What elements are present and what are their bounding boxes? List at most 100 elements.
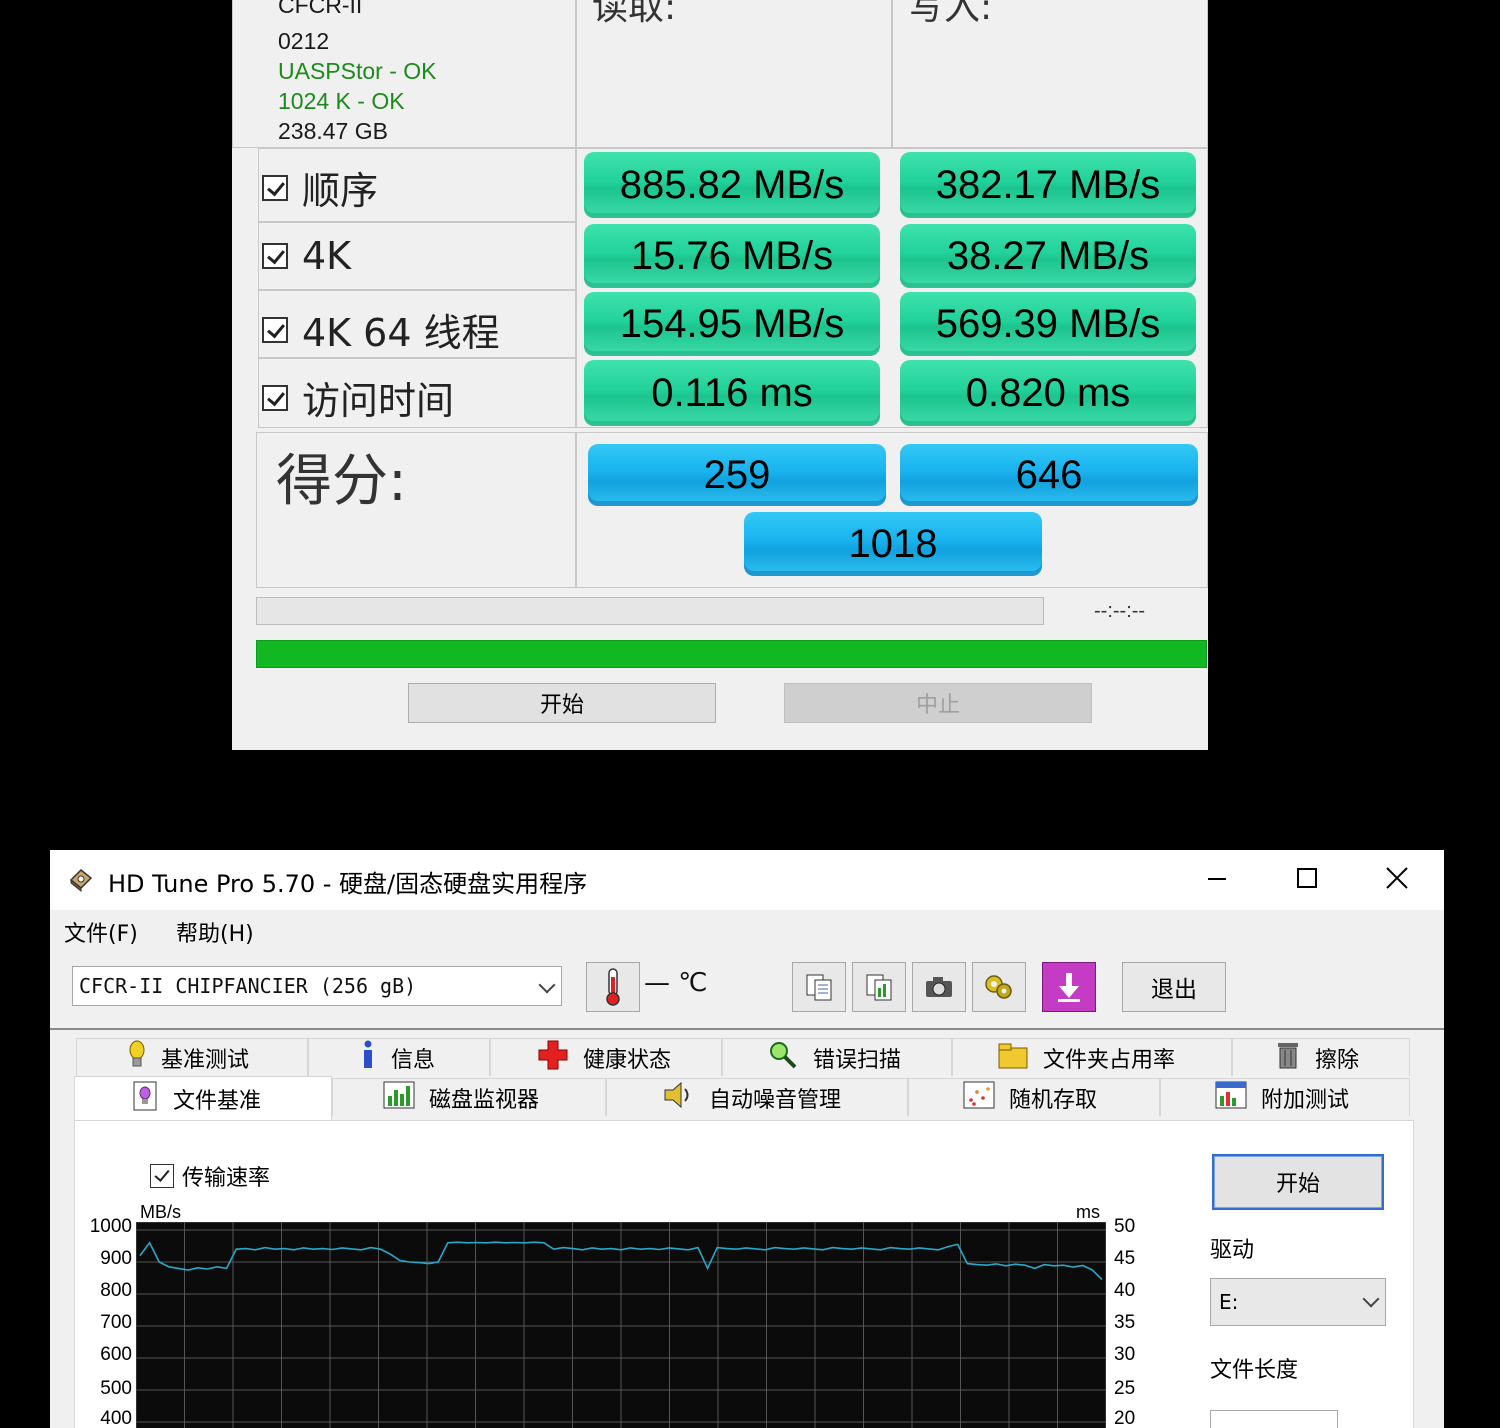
save-button[interactable] <box>1042 962 1096 1012</box>
maximize-icon <box>1297 868 1317 888</box>
access-time-checkbox[interactable] <box>262 384 288 411</box>
y-right-tick: 50 <box>1114 1216 1136 1237</box>
temperature-button[interactable] <box>586 962 640 1012</box>
read-header: 读取: <box>592 0 677 28</box>
tab-info-label: 信息 <box>391 1047 436 1073</box>
y-left-tick: 700 <box>100 1312 132 1333</box>
menu-file[interactable]: 文件(F) <box>64 916 138 948</box>
tab-benchmark[interactable]: 基准测试 <box>76 1038 308 1076</box>
seq-write-result: 382.17 MB/s <box>900 152 1196 218</box>
minimize-button[interactable] <box>1192 858 1242 898</box>
file-benchmark-icon <box>131 1080 159 1118</box>
tab-disk-monitor[interactable]: 磁盘监视器 <box>332 1078 606 1116</box>
drive-select[interactable]: CFCR-II CHIPFANCIER (256 gB) <box>72 966 562 1006</box>
health-cross-icon <box>537 1039 569 1077</box>
as-ssd-window: CFCR-II 0212 UASPStor - OK 1024 K - OK 2… <box>232 0 1208 750</box>
tab-folder-usage[interactable]: 文件夹占用率 <box>952 1038 1232 1076</box>
4k-write-result: 38.27 MB/s <box>900 224 1196 288</box>
file-length-select[interactable] <box>1210 1410 1338 1428</box>
4k64-write-result: 569.39 MB/s <box>900 292 1196 356</box>
4k-checkbox[interactable] <box>262 243 288 269</box>
info-icon <box>359 1040 377 1076</box>
options-button[interactable] <box>972 962 1026 1012</box>
drive-letter-select[interactable]: E: <box>1210 1278 1386 1326</box>
tab-file-benchmark[interactable]: 文件基准 <box>74 1076 332 1120</box>
4k-read-result: 15.76 MB/s <box>584 224 880 288</box>
copy-text-icon <box>806 974 832 1001</box>
tab-random-access-label: 随机存取 <box>1009 1087 1098 1113</box>
y-right-tick: 35 <box>1114 1312 1136 1333</box>
copy-text-button[interactable] <box>792 962 846 1012</box>
score-read: 259 <box>588 444 886 506</box>
chart-grid <box>136 1222 1106 1428</box>
exit-button[interactable]: 退出 <box>1122 962 1226 1012</box>
drive-letter-value: E: <box>1219 1290 1239 1314</box>
drive-select-value: CFCR-II CHIPFANCIER (256 gB) <box>79 974 417 998</box>
scatter-icon <box>963 1080 995 1116</box>
menu-bar: 文件(F) 帮助(H) <box>50 910 1444 950</box>
4k64-checkbox-row[interactable]: 4K 64 线程 <box>262 302 500 357</box>
asssd-start-button[interactable]: 开始 <box>408 683 716 723</box>
y-left-tick: 800 <box>100 1280 132 1301</box>
bulb-icon <box>127 1040 147 1076</box>
tab-info[interactable]: 信息 <box>308 1038 490 1076</box>
thermometer-icon <box>606 968 620 1006</box>
y-left-tick: 600 <box>100 1344 132 1365</box>
tab-extra-tests[interactable]: 附加测试 <box>1160 1078 1410 1116</box>
y-right-tick: 40 <box>1114 1280 1136 1301</box>
4k-checkbox-row[interactable]: 4K <box>262 234 351 278</box>
y-left-tick: 900 <box>100 1248 132 1269</box>
transfer-rate-checkbox[interactable] <box>150 1164 174 1188</box>
tab-aam[interactable]: 自动噪音管理 <box>606 1078 908 1116</box>
transfer-rate-label: 传输速率 <box>182 1166 271 1191</box>
driver-status: UASPStor - OK <box>278 58 437 84</box>
tab-erase[interactable]: 擦除 <box>1232 1038 1410 1076</box>
y-left-unit: MB/s <box>140 1202 182 1222</box>
monitor-chart-icon <box>383 1080 415 1116</box>
tab-file-benchmark-label: 文件基准 <box>173 1088 262 1114</box>
4k64-checkbox[interactable] <box>262 316 288 343</box>
screenshot-button[interactable] <box>912 962 966 1012</box>
maximize-button[interactable] <box>1282 858 1332 898</box>
tab-error-scan-label: 错误扫描 <box>813 1047 902 1073</box>
tab-extra-tests-label: 附加测试 <box>1261 1087 1350 1113</box>
seq-checkbox[interactable] <box>262 174 288 201</box>
y-right-tick: 25 <box>1114 1378 1136 1399</box>
seq-checkbox-row[interactable]: 顺序 <box>262 160 378 215</box>
tab-error-scan[interactable]: 错误扫描 <box>722 1038 952 1076</box>
transfer-rate-checkbox-row[interactable]: 传输速率 <box>150 1160 270 1192</box>
transfer-rate-chart <box>136 1222 1106 1428</box>
device-capacity: 238.47 GB <box>278 118 388 144</box>
y-right-unit: ms <box>1076 1202 1100 1222</box>
hdtune-start-button[interactable]: 开始 <box>1212 1154 1384 1210</box>
temperature-readout: — ℃ <box>644 968 708 998</box>
access-time-checkbox-row[interactable]: 访问时间 <box>262 370 454 425</box>
write-header: 写入: <box>908 0 993 28</box>
toolbar: CFCR-II CHIPFANCIER (256 gB) — ℃ 退出 <box>50 950 1444 1030</box>
y-left-tick: 500 <box>100 1378 132 1399</box>
score-total: 1018 <box>744 512 1042 576</box>
tab-health[interactable]: 健康状态 <box>490 1038 722 1076</box>
trash-icon <box>1275 1040 1301 1076</box>
magnifier-icon <box>767 1040 799 1076</box>
overall-progress-bar <box>256 640 1207 668</box>
hdtune-app-icon <box>69 868 93 892</box>
folder-icon <box>997 1040 1029 1076</box>
seq-read-result: 885.82 MB/s <box>584 152 880 218</box>
y-left-tick: 400 <box>100 1408 132 1428</box>
window-title: HD Tune Pro 5.70 - 硬盘/固态硬盘实用程序 <box>108 870 588 898</box>
close-button[interactable] <box>1372 858 1422 898</box>
asssd-abort-button[interactable]: 中止 <box>784 683 1092 723</box>
tab-random-access[interactable]: 随机存取 <box>908 1078 1160 1116</box>
tab-disk-monitor-label: 磁盘监视器 <box>429 1087 540 1113</box>
chevron-down-icon <box>1362 1290 1380 1308</box>
extra-tests-icon <box>1215 1080 1247 1116</box>
screenshot-icon <box>926 977 952 997</box>
y-right-tick: 20 <box>1114 1408 1136 1428</box>
title-bar[interactable]: HD Tune Pro 5.70 - 硬盘/固态硬盘实用程序 <box>50 850 1444 910</box>
4k64-read-result: 154.95 MB/s <box>584 292 880 356</box>
4k64-label: 4K 64 线程 <box>302 311 500 355</box>
chevron-down-icon <box>538 976 556 994</box>
menu-help[interactable]: 帮助(H) <box>176 916 254 948</box>
copy-info-button[interactable] <box>852 962 906 1012</box>
